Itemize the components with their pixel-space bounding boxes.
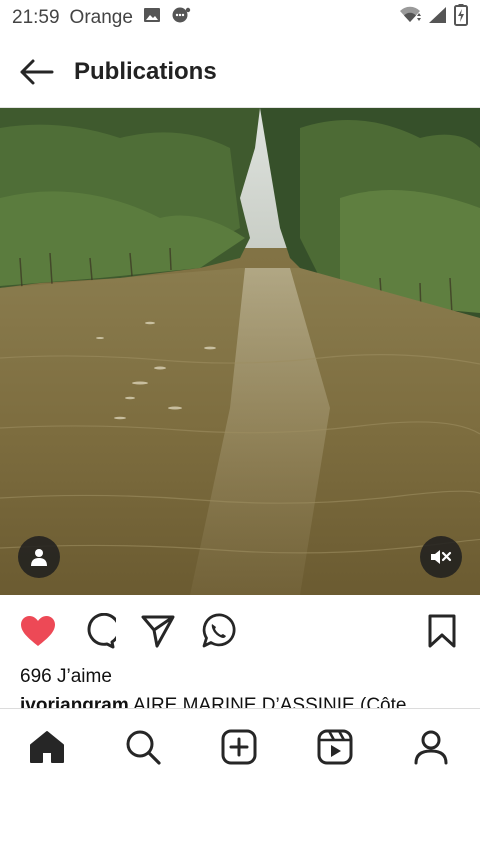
whatsapp-share-button[interactable] [197, 610, 239, 652]
heart-filled-icon [21, 616, 55, 646]
status-bar: 21:59 Orange [0, 0, 480, 36]
gallery-notification-icon [143, 6, 161, 30]
save-button[interactable] [421, 610, 463, 652]
paper-plane-icon [141, 615, 175, 648]
home-icon [30, 731, 64, 763]
like-button[interactable] [17, 610, 59, 652]
volume-muted-icon [431, 550, 452, 564]
likes-count[interactable]: 696 J’aime [20, 666, 112, 688]
page-title: Publications [74, 57, 217, 85]
signal-icon [428, 6, 448, 30]
caption-username[interactable]: ivoriangram [20, 695, 129, 708]
mute-button[interactable] [420, 536, 462, 578]
nav-reels[interactable] [313, 725, 357, 769]
caption-text: AIRE MARINE D’ASSINIE (Côte [133, 695, 407, 708]
wifi-icon [398, 6, 422, 30]
status-carrier: Orange [69, 7, 133, 28]
back-button[interactable] [16, 52, 56, 92]
nav-profile[interactable] [409, 725, 453, 769]
app-header: Publications [0, 36, 480, 108]
tagged-users-button[interactable] [18, 536, 60, 578]
nav-search[interactable] [121, 725, 165, 769]
post-media-video[interactable] [0, 108, 480, 595]
reels-icon [317, 729, 353, 765]
arrow-left-icon [20, 59, 54, 84]
post-actions [0, 608, 480, 654]
nav-create[interactable] [217, 725, 261, 769]
status-time: 21:59 [12, 7, 60, 28]
search-icon [126, 730, 161, 765]
bottom-navigation [0, 708, 480, 785]
whatsapp-icon [202, 613, 236, 648]
comment-button[interactable] [77, 610, 119, 652]
battery-icon [454, 4, 468, 32]
chat-notification-icon [171, 6, 191, 30]
status-left: 21:59 Orange [12, 6, 191, 30]
post-image [0, 108, 480, 595]
bookmark-icon [428, 614, 456, 648]
plus-square-icon [221, 729, 257, 765]
profile-icon [414, 730, 448, 765]
comment-icon [87, 613, 116, 649]
share-button[interactable] [137, 610, 179, 652]
nav-home[interactable] [25, 725, 69, 769]
post-caption: ivoriangram AIRE MARINE D’ASSINIE (Côte [20, 692, 460, 708]
status-right [398, 4, 468, 32]
person-icon [31, 549, 47, 566]
